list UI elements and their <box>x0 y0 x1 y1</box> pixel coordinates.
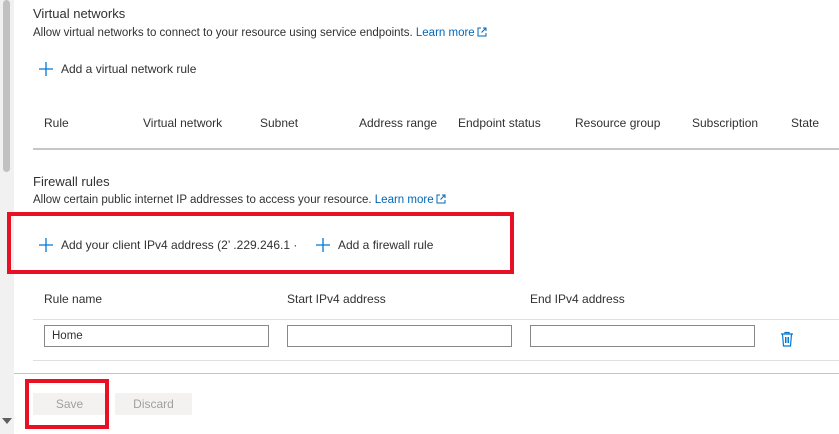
column-header-endpoint-status: Endpoint status <box>458 116 541 130</box>
column-header-start-ipv4: Start IPv4 address <box>287 292 386 306</box>
virtual-networks-title: Virtual networks <box>33 6 126 21</box>
add-virtual-network-rule-label: Add a virtual network rule <box>61 62 197 76</box>
learn-more-label: Learn more <box>415 27 475 39</box>
external-link-icon <box>477 27 487 37</box>
footer-divider <box>14 373 839 374</box>
plus-icon <box>316 238 330 252</box>
firewall-table-header-divider <box>33 319 839 320</box>
column-header-resource-group: Resource group <box>575 116 661 130</box>
add-firewall-rule-label: Add a firewall rule <box>338 238 434 252</box>
firewall-table-bottom-divider <box>33 360 839 361</box>
add-virtual-network-rule-button[interactable]: Add a virtual network rule <box>39 62 196 76</box>
add-client-ipv4-button[interactable]: Add your client IPv4 address (2’ .229.24… <box>39 238 297 252</box>
scroll-down-arrow-icon[interactable] <box>2 418 12 424</box>
trash-icon[interactable] <box>780 331 794 347</box>
scrollbar-thumb[interactable] <box>3 0 10 172</box>
page-scrollbar[interactable] <box>0 0 14 434</box>
column-header-rule: Rule <box>44 116 69 130</box>
column-header-end-ipv4: End IPv4 address <box>530 292 625 306</box>
column-header-state: State <box>791 116 820 130</box>
column-header-address-range: Address range <box>359 116 438 130</box>
add-firewall-rule-button[interactable]: Add a firewall rule <box>316 238 433 252</box>
start-ipv4-input[interactable] <box>287 325 512 347</box>
plus-icon <box>39 62 53 76</box>
external-link-icon <box>436 194 446 204</box>
column-header-virtual-network: Virtual network <box>143 116 223 130</box>
firewall-rules-title: Firewall rules <box>33 174 110 189</box>
column-header-rule-name: Rule name <box>44 292 103 306</box>
column-header-subscription: Subscription <box>692 116 759 130</box>
virtual-networks-description: Allow virtual networks to connect to you… <box>33 27 487 39</box>
firewall-rules-description: Allow certain public internet IP address… <box>33 194 446 206</box>
virtual-networks-learn-more-link[interactable]: Learn more <box>416 27 487 39</box>
end-ipv4-input[interactable] <box>530 325 755 347</box>
rule-name-input[interactable] <box>44 325 269 347</box>
virtual-networks-description-text: Allow virtual networks to connect to you… <box>33 27 413 39</box>
column-header-subnet: Subnet <box>260 116 299 130</box>
save-button[interactable]: Save <box>33 393 106 415</box>
virtual-networks-table-divider <box>33 148 839 150</box>
discard-button[interactable]: Discard <box>115 393 192 415</box>
firewall-rules-learn-more-link[interactable]: Learn more <box>375 194 446 206</box>
firewall-rules-description-text: Allow certain public internet IP address… <box>33 194 372 206</box>
learn-more-label: Learn more <box>374 194 434 206</box>
plus-icon <box>39 238 53 252</box>
add-client-ipv4-label: Add your client IPv4 address (2’ .229.24… <box>61 238 298 252</box>
